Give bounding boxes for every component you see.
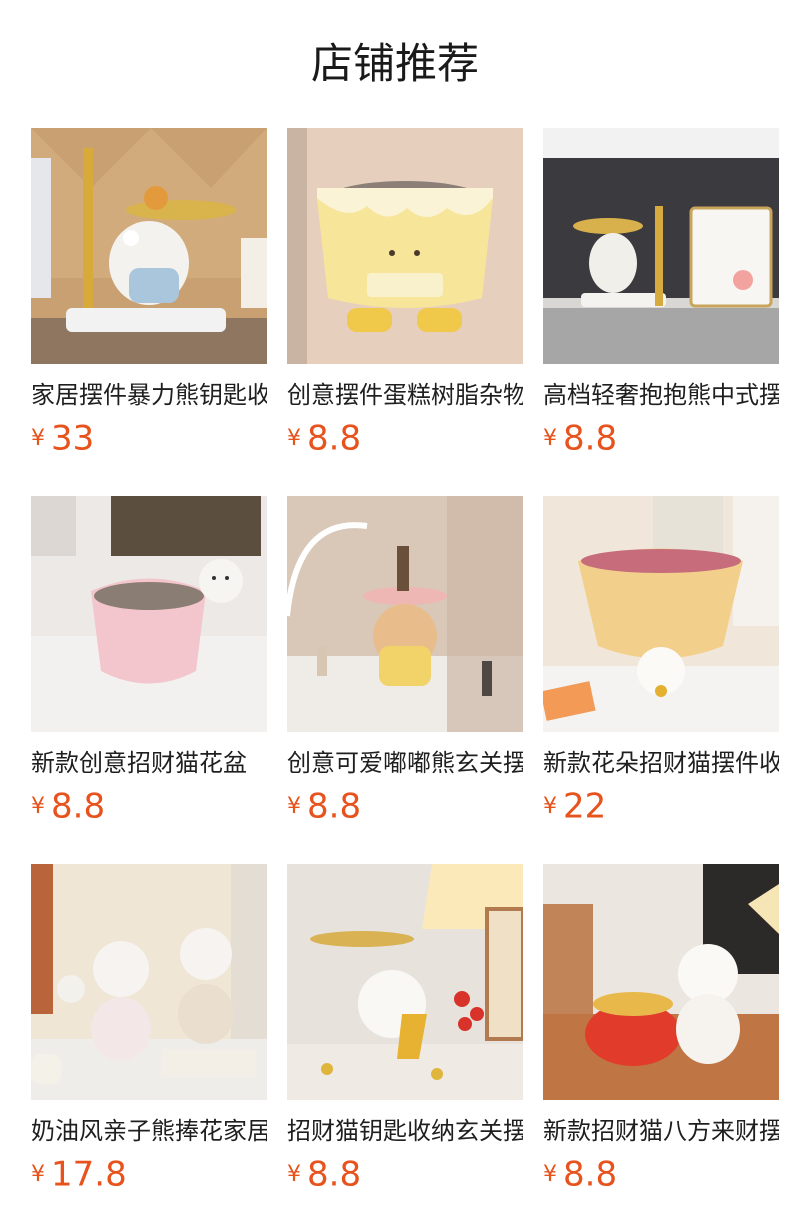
product-name[interactable]: 家居摆件暴力熊钥匙收纳托盘: [31, 378, 267, 412]
product-card[interactable]: 新款花朵招财猫摆件收纳 ¥22: [543, 496, 779, 827]
product-image[interactable]: [287, 128, 523, 364]
product-image[interactable]: [31, 496, 267, 732]
product-price: ¥8.8: [287, 786, 523, 827]
product-card[interactable]: 奶油风亲子熊捧花家居摆件 ¥17.8: [31, 864, 267, 1195]
product-price: ¥8.8: [543, 1154, 779, 1195]
product-price: ¥8.8: [543, 418, 779, 459]
product-image[interactable]: [287, 496, 523, 732]
product-name[interactable]: 创意可爱嘟嘟熊玄关摆件: [287, 746, 523, 780]
product-name[interactable]: 创意摆件蛋糕树脂杂物收纳: [287, 378, 523, 412]
price-value: 8.8: [307, 1154, 362, 1195]
product-image[interactable]: [31, 864, 267, 1100]
product-card[interactable]: 创意摆件蛋糕树脂杂物收纳 ¥8.8: [287, 128, 523, 459]
price-value: 33: [51, 418, 95, 459]
price-value: 8.8: [307, 786, 362, 827]
product-name[interactable]: 新款花朵招财猫摆件收纳: [543, 746, 779, 780]
currency-symbol: ¥: [31, 1161, 45, 1187]
price-value: 8.8: [51, 786, 106, 827]
product-name[interactable]: 新款招财猫八方来财摆件: [543, 1114, 779, 1148]
product-image[interactable]: [543, 864, 779, 1100]
product-card[interactable]: 新款创意招财猫花盆 ¥8.8: [31, 496, 267, 827]
price-value: 8.8: [563, 1154, 618, 1195]
price-value: 8.8: [307, 418, 362, 459]
product-name[interactable]: 招财猫钥匙收纳玄关摆件: [287, 1114, 523, 1148]
product-image[interactable]: [543, 496, 779, 732]
product-image[interactable]: [543, 128, 779, 364]
product-price: ¥8.8: [31, 786, 267, 827]
product-name[interactable]: 高档轻奢抱抱熊中式摆件: [543, 378, 779, 412]
currency-symbol: ¥: [543, 793, 557, 819]
currency-symbol: ¥: [31, 793, 45, 819]
currency-symbol: ¥: [543, 1161, 557, 1187]
page-title: 店铺推荐: [310, 39, 479, 88]
product-price: ¥8.8: [287, 1154, 523, 1195]
currency-symbol: ¥: [287, 793, 301, 819]
product-price: ¥22: [543, 786, 779, 827]
price-value: 17.8: [51, 1154, 127, 1195]
product-card[interactable]: 家居摆件暴力熊钥匙收纳托盘 ¥33: [31, 128, 267, 459]
product-card[interactable]: 创意可爱嘟嘟熊玄关摆件 ¥8.8: [287, 496, 523, 827]
product-price: ¥17.8: [31, 1154, 267, 1195]
product-image[interactable]: [287, 864, 523, 1100]
currency-symbol: ¥: [31, 425, 45, 451]
product-card[interactable]: 招财猫钥匙收纳玄关摆件 ¥8.8: [287, 864, 523, 1195]
product-price: ¥8.8: [287, 418, 523, 459]
product-image[interactable]: [31, 128, 267, 364]
product-name[interactable]: 奶油风亲子熊捧花家居摆件: [31, 1114, 267, 1148]
currency-symbol: ¥: [287, 1161, 301, 1187]
currency-symbol: ¥: [543, 425, 557, 451]
currency-symbol: ¥: [287, 425, 301, 451]
product-card[interactable]: 新款招财猫八方来财摆件 ¥8.8: [543, 864, 779, 1195]
product-card[interactable]: 高档轻奢抱抱熊中式摆件 ¥8.8: [543, 128, 779, 459]
price-value: 22: [563, 786, 607, 827]
product-price: ¥33: [31, 418, 267, 459]
price-value: 8.8: [563, 418, 618, 459]
product-name[interactable]: 新款创意招财猫花盆: [31, 746, 267, 780]
